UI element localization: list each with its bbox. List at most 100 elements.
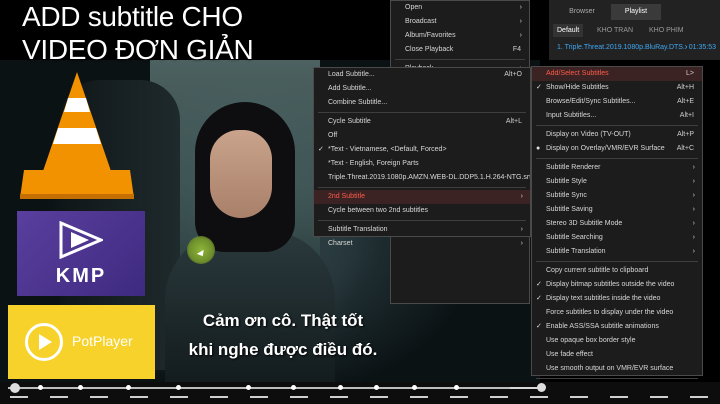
menu-item-subtitle-translation[interactable]: Subtitle Translation › bbox=[314, 223, 530, 237]
shortcut-label: F4 bbox=[512, 46, 521, 53]
menu-item-text-english-foreign-parts[interactable]: *Text - English, Foreign Parts bbox=[314, 157, 530, 171]
menu-item-triple-threat-2019-1080p-amzn-web-dl-ddp5-1-h-264-ntg-srt[interactable]: Triple.Threat.2019.1080p.AMZN.WEB-DL.DDP… bbox=[314, 171, 530, 185]
menu-item-cycle-subtitle[interactable]: Cycle Subtitle Alt+L bbox=[314, 115, 530, 129]
menu-item-label: Load Subtitle... bbox=[328, 71, 375, 78]
menu-item-label: Use opaque box border style bbox=[546, 337, 636, 344]
chapter-marker[interactable] bbox=[412, 385, 417, 390]
menu-item-close-playback[interactable]: Close Playback F4 bbox=[391, 43, 529, 57]
menu-item-charset[interactable]: Charset › bbox=[314, 237, 530, 251]
check-icon: ✓ bbox=[536, 281, 542, 288]
chapter-marker[interactable] bbox=[291, 385, 296, 390]
chapter-marker[interactable] bbox=[246, 385, 251, 390]
control-dash bbox=[10, 396, 28, 398]
chapter-marker[interactable] bbox=[38, 385, 43, 390]
menu-separator bbox=[318, 112, 526, 113]
menu-item-label: Combine Subtitle... bbox=[328, 99, 388, 106]
kmp-logo: KMP bbox=[17, 211, 145, 296]
menu-item-subtitle-searching[interactable]: Subtitle Searching › bbox=[532, 231, 702, 245]
menu-item-open[interactable]: Open › bbox=[391, 1, 529, 15]
menu-item-browse-edit-sync-subtitles[interactable]: Browse/Edit/Sync Subtitles... Alt+E bbox=[532, 95, 702, 109]
menu-item-subtitle-translation[interactable]: Subtitle Translation › bbox=[532, 245, 702, 259]
submenu-arrow-icon: › bbox=[520, 193, 523, 200]
volume-handle[interactable] bbox=[537, 383, 546, 392]
subtab-kho-tran[interactable]: KHO TRAN bbox=[597, 24, 633, 37]
menu-item-2nd-subtitle[interactable]: 2nd Subtitle › bbox=[314, 190, 530, 204]
menu-item-use-smooth-output-on-vmr-evr-surface[interactable]: Use smooth output on VMR/EVR surface bbox=[532, 362, 702, 376]
tab-playlist[interactable]: Playlist bbox=[611, 4, 661, 20]
menu-item-label: Open bbox=[405, 4, 423, 11]
menu-item-text-vietnamese-default-forced[interactable]: ✓ *Text - Vietnamese, <Default, Forced> bbox=[314, 143, 530, 157]
control-dash bbox=[290, 396, 308, 398]
playlist-item[interactable]: 1. Triple.Threat.2019.1080p.BluRay.DTS.x… bbox=[557, 42, 716, 54]
menu-item-display-bitmap-subtitles-outside-the-video[interactable]: ✓ Display bitmap subtitles outside the vi… bbox=[532, 278, 702, 292]
chapter-marker[interactable] bbox=[78, 385, 83, 390]
menu-item-label: Force subtitles to display under the vid… bbox=[546, 309, 674, 316]
menu-item-enable-ass-ssa-subtitle-animations[interactable]: ✓ Enable ASS/SSA subtitle animations bbox=[532, 320, 702, 334]
submenu-arrow-icon: › bbox=[692, 192, 695, 199]
menu-item-show-hide-subtitles[interactable]: ✓ Show/Hide Subtitles Alt+H bbox=[532, 81, 702, 95]
control-dash bbox=[370, 396, 388, 398]
menu-item-label: Subtitle Translation bbox=[546, 248, 606, 255]
menu-item-force-subtitles-to-display-under-the-video[interactable]: Force subtitles to display under the vid… bbox=[532, 306, 702, 320]
menu-item-display-on-overlay-vmr-evr-surface[interactable]: ● Display on Overlay/VMR/EVR Surface Alt+C bbox=[532, 142, 702, 156]
seek-handle[interactable] bbox=[10, 383, 20, 393]
menu-item-subtitle-style[interactable]: Subtitle Style › bbox=[532, 175, 702, 189]
menu-item-label: Subtitle Saving bbox=[546, 206, 593, 213]
menu-item-label: Add Subtitle... bbox=[328, 85, 372, 92]
chapter-marker[interactable] bbox=[374, 385, 379, 390]
playlist-item-duration: 01:35:53 bbox=[686, 42, 716, 54]
menu-item-subtitle-renderer[interactable]: Subtitle Renderer › bbox=[532, 161, 702, 175]
menu-item-label: Display on Overlay/VMR/EVR Surface bbox=[546, 145, 665, 152]
chapter-marker[interactable] bbox=[176, 385, 181, 390]
tab-browser[interactable]: Browser bbox=[557, 4, 607, 20]
chapter-marker[interactable] bbox=[454, 385, 459, 390]
menu-separator bbox=[318, 187, 526, 188]
shortcut-label: Alt+E bbox=[677, 98, 694, 105]
menu-item-label: Subtitle Searching bbox=[546, 234, 603, 241]
menu-item-label: 2nd Subtitle bbox=[328, 193, 365, 200]
control-dash bbox=[210, 396, 228, 398]
subtab-kho-phim[interactable]: KHO PHIM bbox=[649, 24, 684, 37]
volume-track[interactable] bbox=[510, 387, 540, 389]
menu-item-copy-current-subtitle-to-clipboard[interactable]: Copy current subtitle to clipboard bbox=[532, 264, 702, 278]
menu-item-label: Subtitle Sync bbox=[546, 192, 587, 199]
menu-item-subtitle-sync[interactable]: Subtitle Sync › bbox=[532, 189, 702, 203]
check-icon: ✓ bbox=[318, 146, 324, 153]
menu-item-cycle-between-two-2nd-subtitles[interactable]: Cycle between two 2nd subtitles bbox=[314, 204, 530, 218]
menu-item-display-text-subtitles-inside-the-video[interactable]: ✓ Display text subtitles inside the video bbox=[532, 292, 702, 306]
menu-item-add-subtitle[interactable]: Add Subtitle... bbox=[314, 82, 530, 96]
potplayer-logo: PotPlayer bbox=[8, 305, 155, 379]
menu-item-album-favorites[interactable]: Album/Favorites › bbox=[391, 29, 529, 43]
subtab-default[interactable]: Default bbox=[553, 24, 584, 37]
subtitle-context-menu: Load Subtitle... Alt+O Add Subtitle... Comb… bbox=[313, 67, 531, 247]
check-icon: ✓ bbox=[536, 84, 542, 91]
submenu-arrow-icon: › bbox=[520, 240, 523, 247]
menu-item-combine-subtitle[interactable]: Combine Subtitle... bbox=[314, 96, 530, 110]
seek-track[interactable] bbox=[8, 383, 510, 393]
menu-separator bbox=[536, 378, 698, 379]
menu-item-label: Add/Select Subtitles bbox=[546, 70, 609, 77]
menu-item-use-opaque-box-border-style[interactable]: Use opaque box border style bbox=[532, 334, 702, 348]
menu-item-label: Input Subtitles... bbox=[546, 112, 597, 119]
menu-item-add-select-subtitles[interactable]: Add/Select Subtitles L> bbox=[532, 67, 702, 81]
menu-item-broadcast[interactable]: Broadcast › bbox=[391, 15, 529, 29]
control-dash bbox=[570, 396, 588, 398]
menu-separator bbox=[536, 125, 698, 126]
chapter-marker[interactable] bbox=[126, 385, 131, 390]
check-icon: ● bbox=[536, 145, 541, 152]
menu-item-load-subtitle[interactable]: Load Subtitle... Alt+O bbox=[314, 68, 530, 82]
chapter-marker[interactable] bbox=[338, 385, 343, 390]
menu-item-stereo-3d-subtitle-mode[interactable]: Stereo 3D Subtitle Mode › bbox=[532, 217, 702, 231]
menu-item-display-on-video-tv-out[interactable]: Display on Video (TV-OUT) Alt+P bbox=[532, 128, 702, 142]
menu-item-input-subtitles[interactable]: Input Subtitles... Alt+I bbox=[532, 109, 702, 123]
menu-item-use-fade-effect[interactable]: Use fade effect bbox=[532, 348, 702, 362]
menu-item-label: Display on Video (TV-OUT) bbox=[546, 131, 631, 138]
menu-item-label: Charset bbox=[328, 240, 353, 247]
seek-bar[interactable] bbox=[0, 382, 720, 404]
playlist-panel: Browser Playlist Default KHO TRAN KHO PH… bbox=[549, 0, 720, 60]
menu-item-off[interactable]: Off bbox=[314, 129, 530, 143]
submenu-arrow-icon: › bbox=[692, 248, 695, 255]
menu-item-subtitle-saving[interactable]: Subtitle Saving › bbox=[532, 203, 702, 217]
control-dash bbox=[530, 396, 548, 398]
subtitle-line-2: khi nghe được điều đó. bbox=[188, 340, 378, 359]
